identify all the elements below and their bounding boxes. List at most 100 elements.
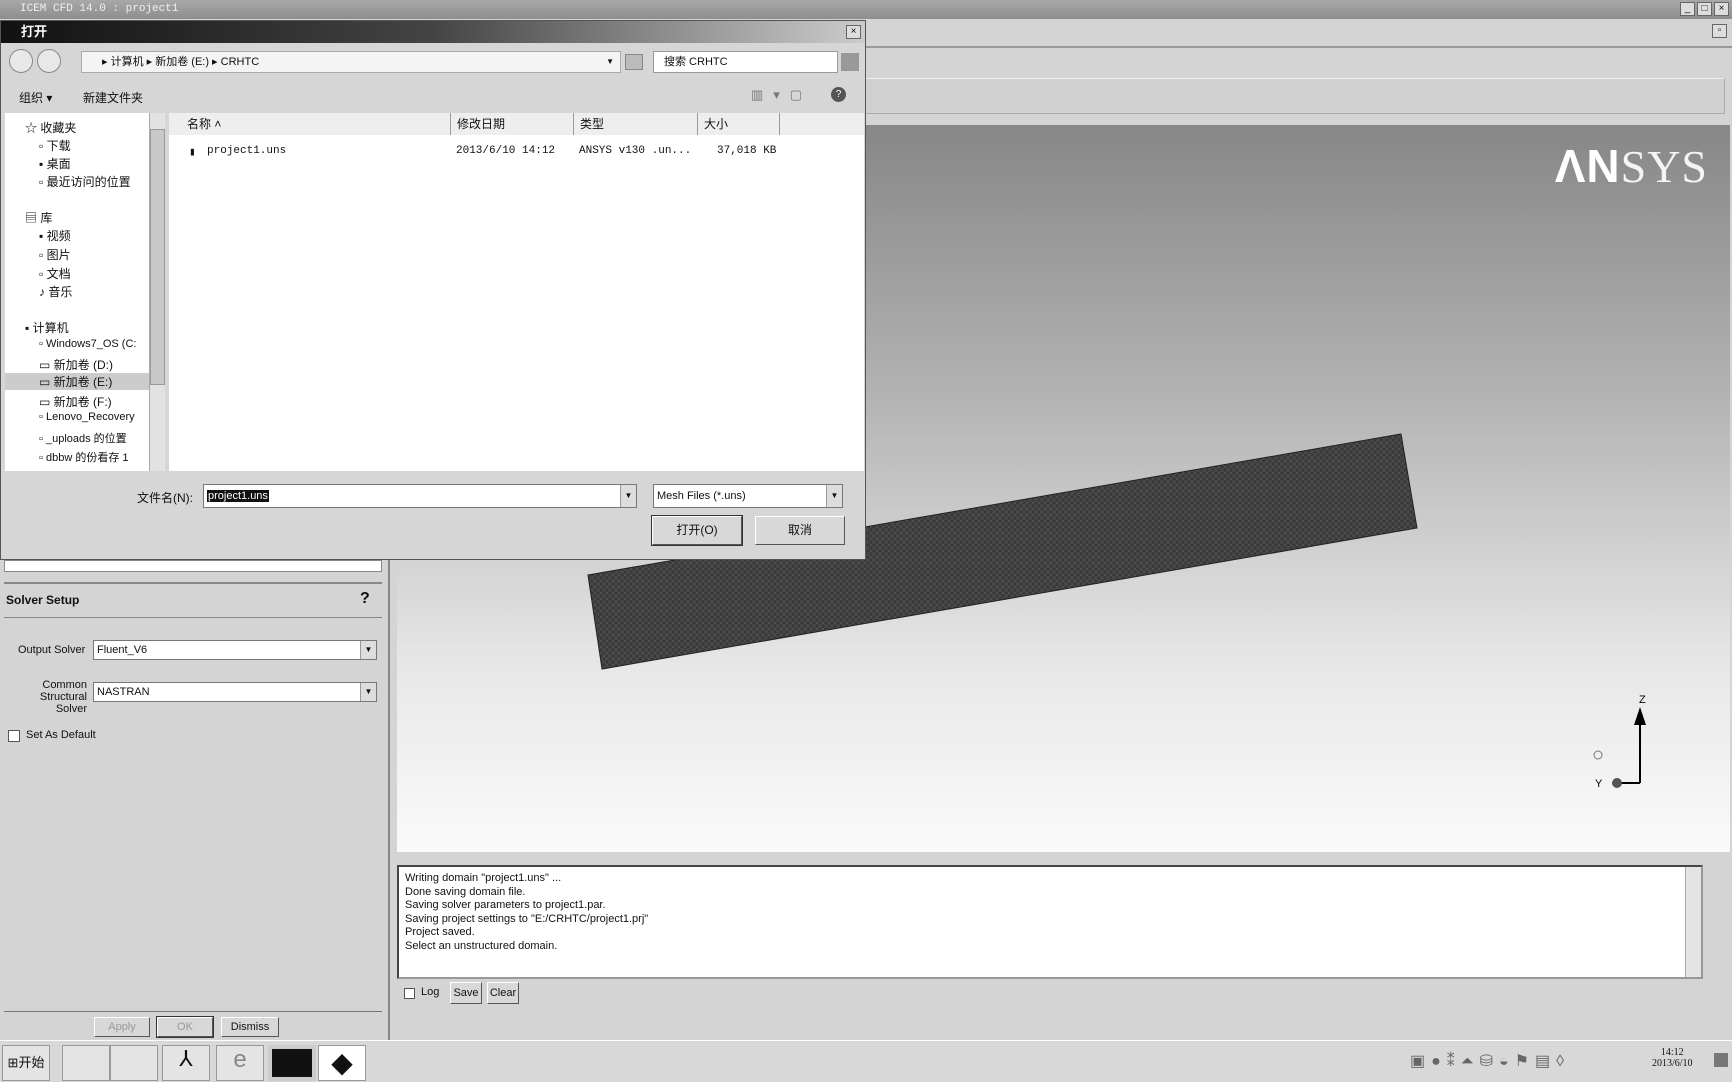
view-options-icon[interactable]: ▥▾▢ <box>751 87 812 103</box>
taskbar-word-icon[interactable] <box>110 1045 158 1081</box>
output-solver-select[interactable]: Fluent_V6 ▼ <box>93 640 377 660</box>
filename-label: 文件名(N): <box>137 491 193 505</box>
forward-button[interactable] <box>37 49 61 73</box>
restore-icon[interactable]: ▫ <box>1712 24 1727 38</box>
address-bar[interactable]: ▸ 计算机 ▸ 新加卷 (E:) ▸ CRHTC ▼ <box>81 51 621 73</box>
tree-item-libraries[interactable]: ▤ 库 <box>25 209 52 226</box>
message-line: Select an unstructured domain. <box>405 939 558 952</box>
tree-item-favorites[interactable]: ☆ 收藏夹 <box>25 119 76 136</box>
tree-item-documents[interactable]: ▫ 文档 <box>39 265 71 282</box>
chevron-down-icon: ▼ <box>360 641 376 659</box>
start-button[interactable]: ⊞开始 <box>2 1045 50 1081</box>
dismiss-button[interactable]: Dismiss <box>221 1017 279 1037</box>
organize-menu[interactable]: 组织 ▾ <box>19 89 52 106</box>
tree-item-drive-c[interactable]: ▫ Windows7_OS (C: <box>39 338 136 350</box>
file-type-filter[interactable]: Mesh Files (*.uns) ▼ <box>653 484 843 508</box>
set-default-label: Set As Default <box>26 729 96 741</box>
tree-item-desktop[interactable]: ▪ 桌面 <box>39 155 71 172</box>
tree-item-videos[interactable]: ▪ 视频 <box>39 227 71 244</box>
tree-item-drive-f[interactable]: ▭ 新加卷 (F:) <box>39 393 112 410</box>
clock[interactable]: 14:12 2013/6/10 <box>1652 1047 1693 1069</box>
save-log-button[interactable]: Save <box>450 982 482 1004</box>
new-folder-button[interactable]: 新建文件夹 <box>83 89 143 106</box>
file-list[interactable]: 名称 ˄ 修改日期 类型 大小 ▮ project1.uns 2013/6/10… <box>169 113 864 471</box>
message-line: Done saving domain file. <box>405 885 526 898</box>
axis-y-label: Y <box>1595 778 1603 790</box>
open-button[interactable]: 打开(O) <box>651 515 743 546</box>
tree-item-pictures[interactable]: ▫ 图片 <box>39 246 71 263</box>
tree-item-drive-e[interactable]: ▭ 新加卷 (E:) <box>5 373 149 390</box>
log-label: Log <box>421 986 440 998</box>
axis-z-label: Z <box>1639 694 1646 706</box>
taskbar-icem-icon[interactable]: ◆ <box>318 1045 366 1081</box>
chevron-down-icon: ▼ <box>620 485 636 507</box>
taskbar-explorer-icon[interactable] <box>62 1045 110 1081</box>
system-tray-icons[interactable]: ▣●⁑⏶⛁◒⚑▤◊ <box>1410 1051 1570 1071</box>
chevron-down-icon: ▼ <box>360 683 376 701</box>
column-name[interactable]: 名称 ˄ <box>169 113 451 135</box>
filename-value: project1.uns <box>207 490 269 502</box>
filename-input[interactable]: project1.uns ▼ <box>203 484 637 508</box>
tree-item-drive-d[interactable]: ▭ 新加卷 (D:) <box>39 356 113 373</box>
file-size: 37,018 KB <box>717 145 777 157</box>
minimize-button[interactable]: _ <box>1680 2 1695 16</box>
app-title-bar: ICEM CFD 14.0 : project1 <box>0 0 1732 19</box>
close-button[interactable]: × <box>1714 2 1729 16</box>
structural-solver-select[interactable]: NASTRAN ▼ <box>93 682 377 702</box>
back-button[interactable] <box>9 49 33 73</box>
file-type: ANSYS v130 .un... <box>579 145 692 157</box>
tree-item-recovery[interactable]: ▫ Lenovo_Recovery <box>39 411 135 423</box>
show-desktop-button[interactable] <box>1714 1053 1728 1067</box>
panel-title: Solver Setup <box>6 593 80 607</box>
taskbar-acrobat-icon[interactable]: ⅄ <box>162 1045 210 1081</box>
common-solver-label: Common Structural Solver <box>39 679 87 715</box>
breadcrumb-computer[interactable]: 计算机 <box>111 56 144 68</box>
file-date: 2013/6/10 14:12 <box>456 145 556 157</box>
breadcrumb-drive[interactable]: 新加卷 (E:) <box>155 56 209 68</box>
taskbar: ⊞开始 ⅄ e ◆ ▣●⁑⏶⛁◒⚑▤◊ 14:12 2013/6/10 <box>0 1040 1732 1082</box>
output-solver-value: Fluent_V6 <box>97 644 148 656</box>
refresh-icon[interactable] <box>625 54 643 70</box>
file-name: project1.uns <box>207 145 287 157</box>
chevron-down-icon: ▼ <box>606 57 614 66</box>
dialog-title: 打开 <box>1 21 865 43</box>
help-icon[interactable]: ? <box>831 87 846 102</box>
column-type[interactable]: 类型 <box>574 113 698 135</box>
maximize-button[interactable]: □ <box>1697 2 1712 16</box>
tree-scrollbar[interactable] <box>149 113 165 471</box>
tree-item-music[interactable]: ♪ 音乐 <box>39 283 72 300</box>
dialog-close-button[interactable]: × <box>846 25 861 39</box>
set-default-checkbox[interactable] <box>8 730 20 742</box>
breadcrumb-folder[interactable]: CRHTC <box>221 56 260 68</box>
help-icon[interactable]: ? <box>360 590 370 608</box>
column-size[interactable]: 大小 <box>698 113 780 135</box>
log-checkbox[interactable] <box>404 988 415 999</box>
file-row[interactable]: ▮ project1.uns 2013/6/10 14:12 ANSYS v13… <box>169 139 864 159</box>
message-line: Saving project settings to "E:/CRHTC/pro… <box>405 912 649 925</box>
search-icon[interactable] <box>841 53 859 71</box>
cancel-button[interactable]: 取消 <box>755 516 845 545</box>
message-scrollbar[interactable] <box>1685 867 1701 977</box>
tree-item-uploads[interactable]: ▫ _uploads 的位置 <box>39 430 127 446</box>
tree-item-downloads[interactable]: ▫ 下载 <box>39 137 71 154</box>
open-file-dialog: 打开 × ▸ 计算机 ▸ 新加卷 (E:) ▸ CRHTC ▼ 搜索 CRHTC … <box>0 20 866 560</box>
search-input[interactable]: 搜索 CRHTC <box>653 51 838 73</box>
clear-log-button[interactable]: Clear <box>487 982 519 1004</box>
taskbar-cmd-icon[interactable] <box>268 1045 316 1081</box>
ok-button[interactable]: OK <box>156 1016 214 1038</box>
solver-setup-panel: Solver Setup ? Output Solver Fluent_V6 ▼ … <box>0 560 390 1040</box>
navigation-tree[interactable]: ☆ 收藏夹 ▫ 下载 ▪ 桌面 ▫ 最近访问的位置 ▤ 库 ▪ 视频 ▫ 图片 … <box>5 113 165 471</box>
filter-value: Mesh Files (*.uns) <box>657 490 746 502</box>
apply-button[interactable]: Apply <box>94 1017 150 1037</box>
tree-item-dbbw[interactable]: ▫ dbbw 的份看存 1 <box>39 449 129 467</box>
column-date[interactable]: 修改日期 <box>451 113 574 135</box>
axis-triad-icon <box>1593 707 1646 788</box>
message-line: Saving solver parameters to project1.par… <box>405 899 606 911</box>
message-log[interactable]: Writing domain "project1.uns" ... Done s… <box>397 865 1703 979</box>
taskbar-ie-icon[interactable]: e <box>216 1045 264 1081</box>
tree-item-recent[interactable]: ▫ 最近访问的位置 <box>39 173 131 190</box>
tree-item-computer[interactable]: ▪ 计算机 <box>25 319 69 336</box>
file-icon: ▮ <box>189 147 196 159</box>
message-line: Project saved. <box>405 926 475 938</box>
chevron-down-icon: ▼ <box>826 485 842 507</box>
